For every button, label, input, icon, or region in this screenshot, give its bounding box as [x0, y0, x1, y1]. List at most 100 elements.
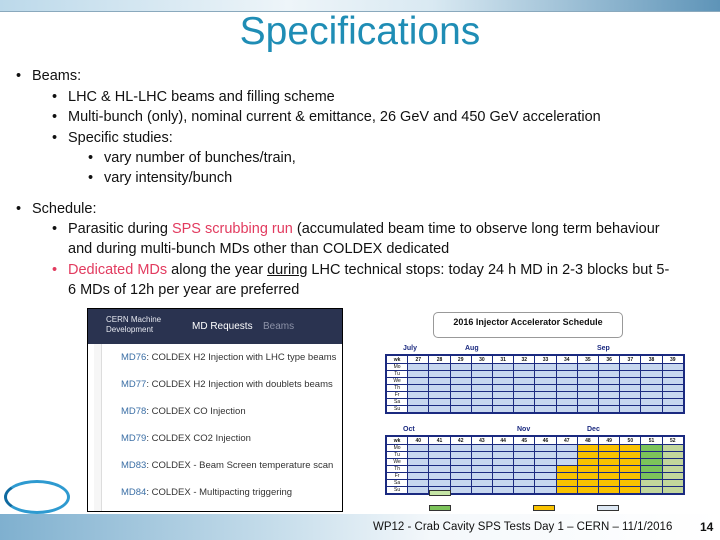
bullet-schedule: • Schedule:: [16, 201, 97, 217]
schedule-cell: [619, 391, 642, 399]
week-number: 35: [576, 355, 600, 364]
day-label: Sa: [385, 479, 409, 487]
schedule-cell: [661, 391, 685, 399]
schedule-cell: [449, 486, 472, 494]
hilumi-logo: [4, 480, 70, 514]
month-label: Sep: [597, 345, 610, 352]
schedule-cell: [598, 370, 621, 378]
day-label: Mo: [385, 363, 409, 371]
schedule-cell: [534, 405, 557, 413]
schedule-cell: [407, 444, 430, 452]
md-id[interactable]: MD78: [121, 406, 146, 417]
md-id[interactable]: MD79: [121, 433, 146, 444]
week-number: 36: [598, 355, 621, 364]
md-id[interactable]: MD84: [121, 487, 146, 498]
md-id[interactable]: MD77: [121, 379, 146, 390]
md-id[interactable]: MD76: [121, 352, 146, 363]
md-request-row[interactable]: MD84: COLDEX - Multipacting triggering: [121, 487, 292, 498]
schedule-cell: [407, 465, 430, 473]
schedule-cell: [428, 479, 451, 487]
tab-beams[interactable]: Beams: [263, 321, 294, 332]
schedule-cell: [428, 398, 451, 406]
schedule-cell: [513, 465, 536, 473]
md-request-row[interactable]: MD76: COLDEX H2 Injection with LHC type …: [121, 352, 336, 363]
schedule-cell: [492, 391, 515, 399]
schedule-cell: [449, 465, 472, 473]
md-title: : COLDEX CO2 Injection: [146, 433, 251, 444]
schedule-cell: [640, 444, 663, 452]
tab-md-requests[interactable]: MD Requests: [192, 321, 253, 332]
schedule-cell: [534, 384, 557, 392]
schedule-cell: [640, 465, 663, 473]
schedule-cell: [470, 472, 494, 480]
bullet-text: vary number of bunches/train,: [104, 150, 296, 166]
bullet-text: along the year: [167, 262, 268, 278]
md-request-row[interactable]: MD83: COLDEX - Beam Screen temperature s…: [121, 460, 333, 471]
day-label: Mo: [385, 444, 409, 452]
schedule-cell: [598, 363, 621, 371]
day-label: Fr: [385, 391, 409, 399]
schedule-cell: [661, 398, 685, 406]
day-label: Sa: [385, 398, 409, 406]
side-rail: [94, 344, 102, 511]
schedule-cell: [470, 398, 494, 406]
schedule-cell: [513, 451, 536, 459]
schedule-cell: [407, 370, 430, 378]
week-number: 29: [449, 355, 472, 364]
schedule-cell: [449, 391, 472, 399]
highlight-text: SPS scrubbing run: [171, 221, 293, 237]
schedule-cell: [470, 465, 494, 473]
schedule-cell: [661, 405, 685, 413]
schedule-cell: [428, 405, 451, 413]
sub-sub-bullet: • vary number of bunches/train,: [88, 150, 296, 166]
schedule-cell: [513, 377, 536, 385]
week-number: 27: [407, 355, 430, 364]
schedule-cell: [619, 458, 642, 466]
day-label: Th: [385, 465, 409, 473]
schedule-cell: [640, 479, 663, 487]
schedule-cell: [513, 398, 536, 406]
week-number: 38: [640, 355, 663, 364]
schedule-cell: [640, 458, 663, 466]
schedule-cell: [470, 384, 494, 392]
schedule-cell: [576, 465, 600, 473]
schedule-cell: [555, 479, 578, 487]
schedule-cell: [661, 458, 685, 466]
schedule-cell: [640, 370, 663, 378]
schedule-cell: [513, 384, 536, 392]
schedule-cell: [534, 444, 557, 452]
schedule-cell: [576, 363, 600, 371]
schedule-cell: [598, 479, 621, 487]
schedule-cell: [598, 486, 621, 494]
schedule-cell: [661, 451, 685, 459]
schedule-cell: [449, 398, 472, 406]
week-number: 40: [407, 436, 430, 445]
schedule-cell: [534, 398, 557, 406]
week-number: 34: [555, 355, 578, 364]
schedule-cell: [555, 486, 578, 494]
schedule-cell: [619, 444, 642, 452]
md-id[interactable]: MD83: [121, 460, 146, 471]
wk-label: wk: [385, 355, 409, 364]
schedule-cell: [619, 398, 642, 406]
md-title: : COLDEX H2 Injection with doublets beam…: [146, 379, 333, 390]
injector-schedule-image: 2016 Injector Accelerator Schedule July A…: [367, 307, 692, 519]
md-request-row[interactable]: MD79: COLDEX CO2 Injection: [121, 433, 251, 444]
schedule-cell: [449, 479, 472, 487]
schedule-cell: [555, 377, 578, 385]
schedule-cell: [555, 363, 578, 371]
schedule-cell: [661, 479, 685, 487]
schedule-cell: [492, 472, 515, 480]
schedule-cell: [513, 472, 536, 480]
schedule-cell: [619, 377, 642, 385]
schedule-cell: [428, 451, 451, 459]
schedule-cell: [492, 398, 515, 406]
md-request-row[interactable]: MD78: COLDEX CO Injection: [121, 406, 246, 417]
schedule-cell: [492, 370, 515, 378]
day-label: Th: [385, 384, 409, 392]
schedule-cell: [619, 363, 642, 371]
bullet-text: Schedule:: [32, 201, 97, 217]
schedule-cell: [576, 444, 600, 452]
md-request-row[interactable]: MD77: COLDEX H2 Injection with doublets …: [121, 379, 333, 390]
schedule-cell: [598, 472, 621, 480]
